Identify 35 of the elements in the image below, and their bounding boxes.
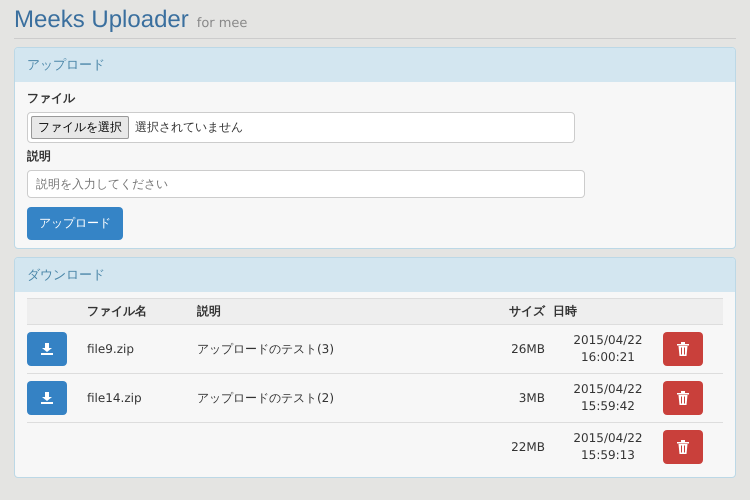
trash-icon [676, 439, 690, 455]
column-header: 日時 [553, 303, 578, 320]
download-button[interactable] [27, 332, 67, 366]
app-subtitle: for mee [196, 16, 248, 31]
column-header: ファイル名 [87, 303, 148, 320]
table-cell-text: file9.zip [87, 342, 135, 356]
panel-heading: ダウンロード [15, 258, 735, 292]
table-cell-text: file14.zip [87, 391, 143, 405]
trash-icon [676, 341, 690, 357]
choose-file-button[interactable]: ファイルを選択 [31, 116, 129, 139]
panel-heading: アップロード [15, 48, 735, 82]
column-header: サイズ [508, 303, 546, 320]
file-input[interactable]: ファイルを選択 選択されていません [27, 112, 575, 143]
table-cell-text: 22MB [510, 440, 546, 454]
table-cell-text: 2015/04/22 15:59:42 [572, 381, 644, 415]
table-cell-text: 2015/04/22 15:59:13 [572, 430, 644, 464]
description-field[interactable]: 説明を入力してください [27, 170, 585, 198]
download-icon [40, 342, 54, 356]
delete-button[interactable] [663, 332, 703, 366]
field-label: 説明 [27, 148, 52, 165]
table-cell-text: 3MB [518, 391, 546, 405]
delete-button[interactable] [663, 381, 703, 415]
table-cell-text: アップロードのテスト(2) [197, 390, 335, 406]
field-label: ファイル [27, 90, 76, 107]
column-header: 説明 [197, 303, 222, 320]
delete-button[interactable] [663, 430, 703, 464]
table-cell-text: 26MB [510, 342, 546, 356]
upload-button[interactable]: アップロード [27, 207, 123, 240]
table-cell-text: アップロードのテスト(3) [197, 340, 335, 358]
table-cell-text: 2015/04/22 16:00:21 [572, 332, 644, 366]
download-icon [40, 391, 54, 405]
file-status: 選択されていません [135, 119, 243, 136]
trash-icon [676, 390, 690, 406]
app-title: Meeks Uploader [14, 6, 189, 34]
download-button[interactable] [27, 381, 67, 415]
